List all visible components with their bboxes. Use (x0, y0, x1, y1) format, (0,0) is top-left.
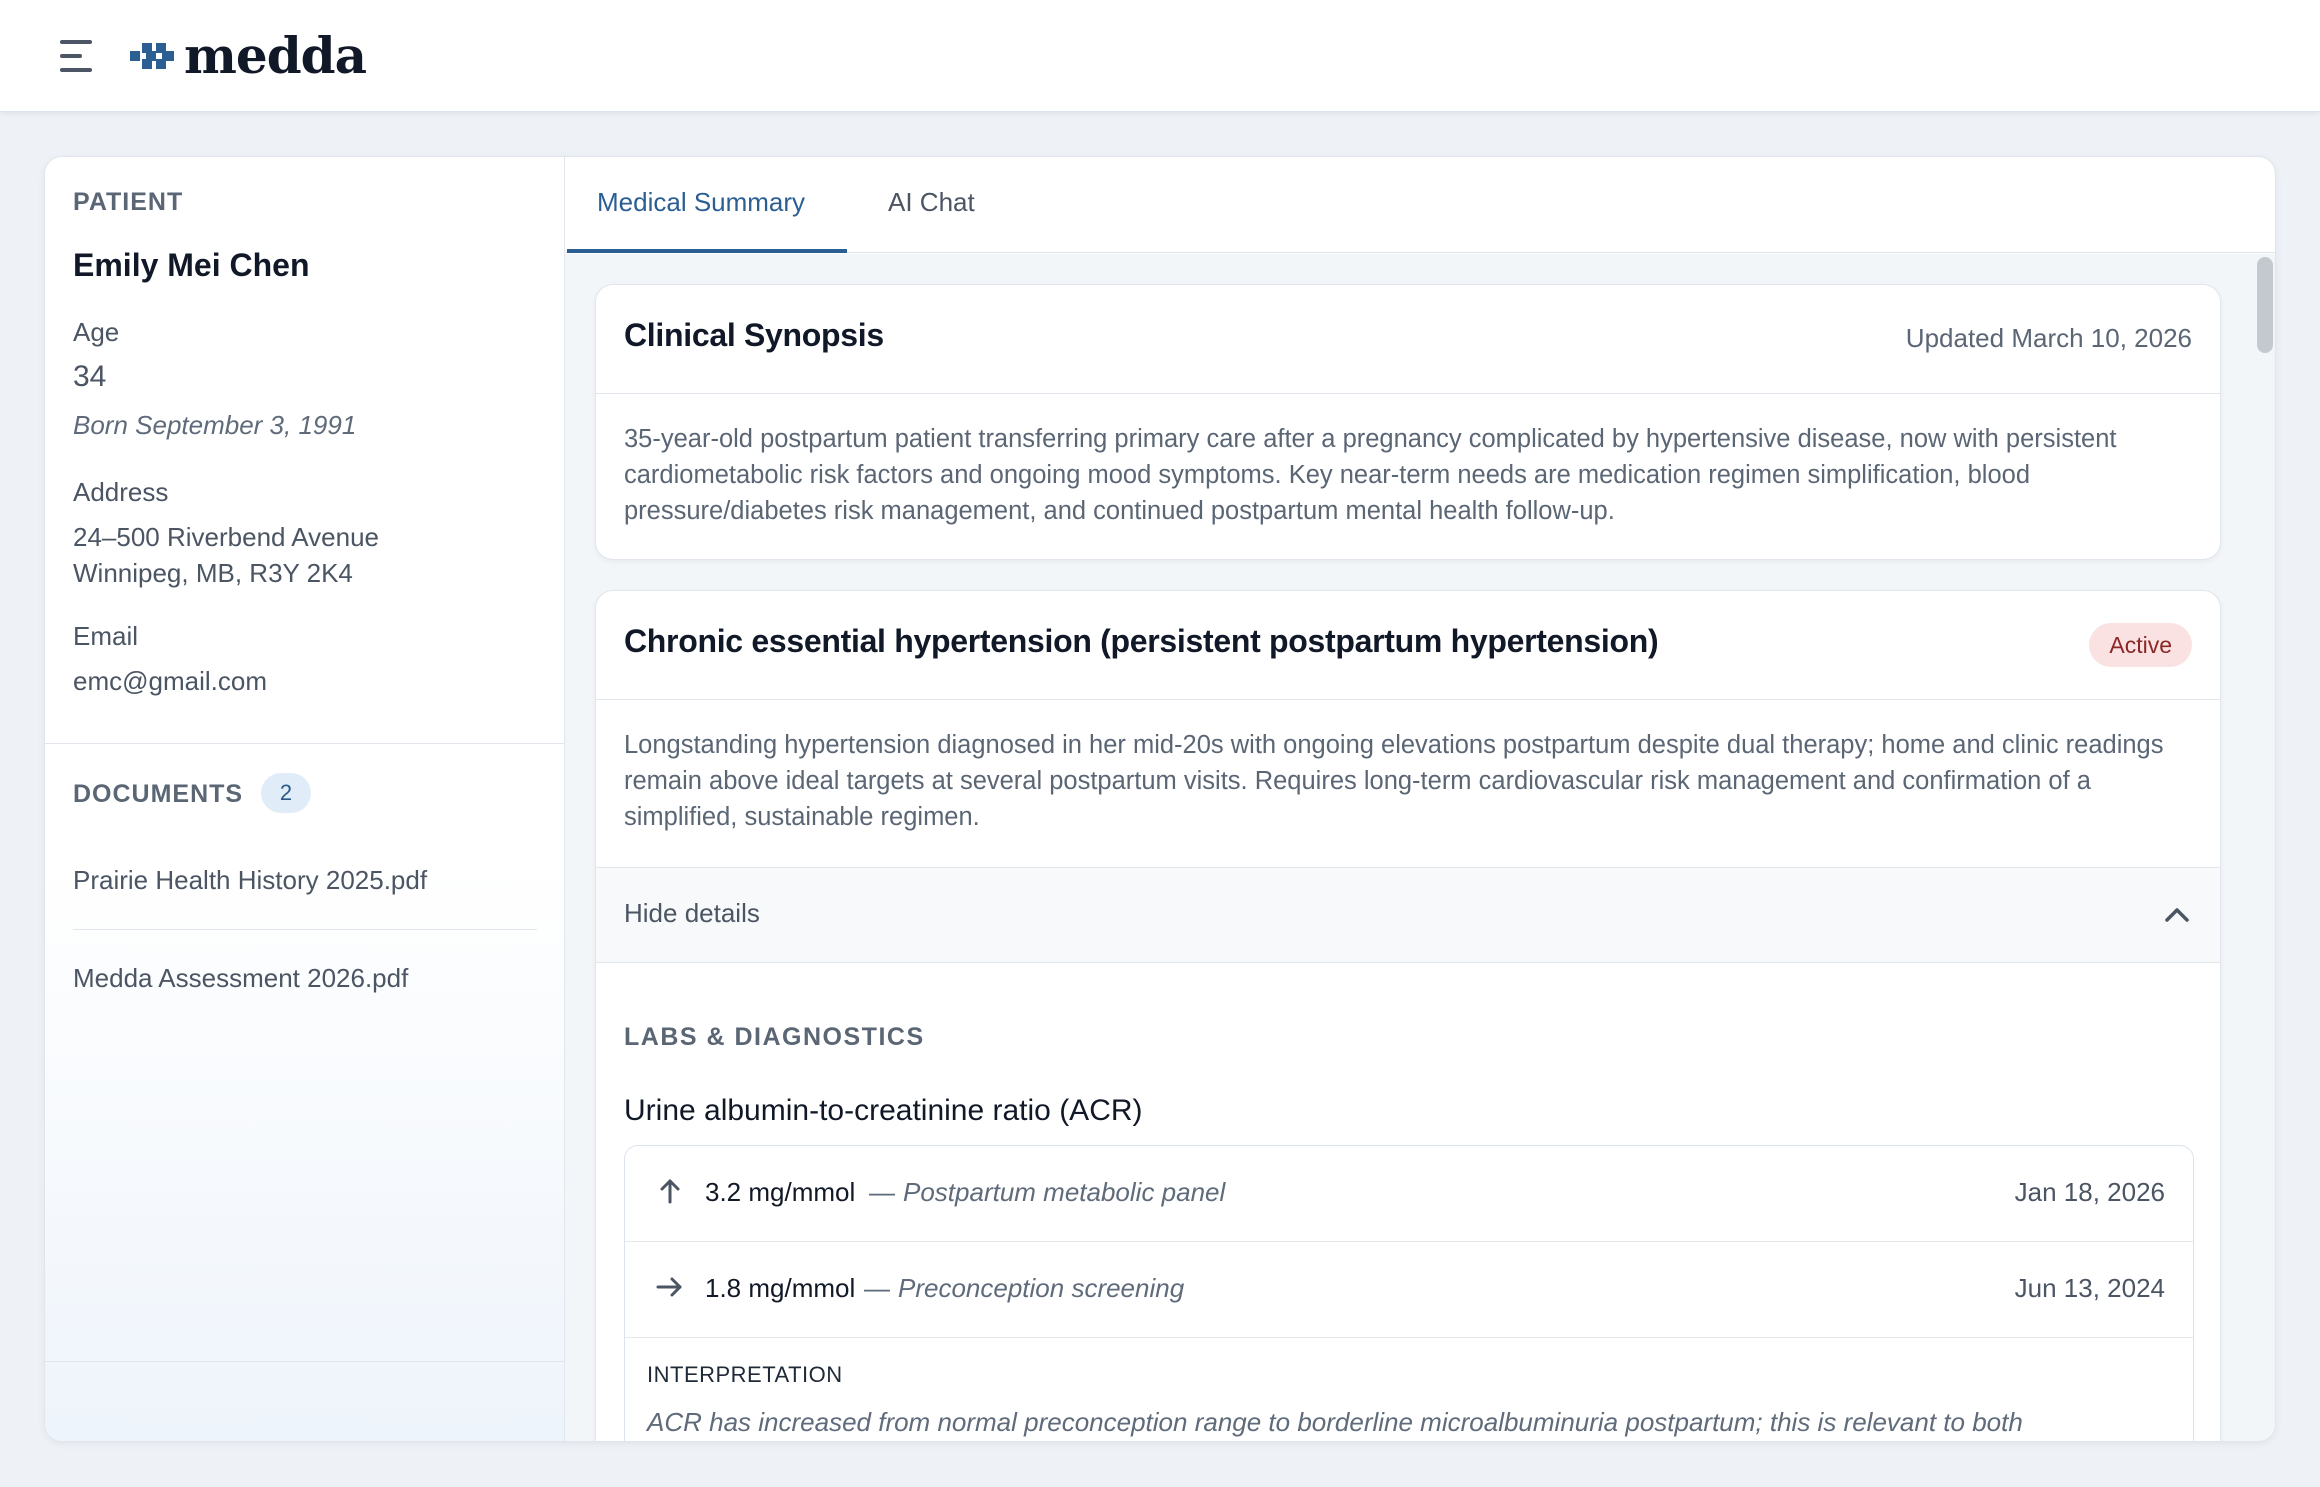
status-badge: Active (2089, 623, 2192, 667)
app-logo[interactable]: medda (130, 26, 367, 85)
clinical-synopsis-card: Clinical Synopsis Updated March 10, 2026… (595, 284, 2221, 560)
hide-details-label: Hide details (624, 898, 760, 928)
documents-count-badge: 2 (261, 773, 311, 813)
document-item[interactable]: Prairie Health History 2025.pdf (73, 865, 427, 896)
synopsis-divider (596, 393, 2220, 394)
email-label: Email (73, 621, 139, 651)
birth-date: Born September 3, 1991 (73, 410, 357, 440)
lab-result-value: 3.2 mg/mmol (705, 1177, 856, 1207)
medda-logo-icon (130, 43, 174, 69)
chevron-up-icon (2165, 908, 2189, 922)
summary-scroll-area[interactable]: Clinical Synopsis Updated March 10, 2026… (565, 254, 2275, 1441)
lab-result-value: 1.8 mg/mmol (705, 1273, 856, 1303)
address-line-2: Winnipeg, MB, R3Y 2K4 (73, 558, 353, 588)
menu-icon-line (60, 54, 82, 58)
synopsis-title: Clinical Synopsis (624, 317, 884, 353)
lab-result-row: 1.8 mg/mmol — Preconception screening Ju… (625, 1242, 2193, 1338)
top-header: medda (0, 0, 2320, 112)
lab-result-date: Jun 13, 2024 (2014, 1273, 2165, 1303)
age-value: 34 (73, 360, 107, 393)
tab-medical-summary[interactable]: Medical Summary (597, 187, 805, 218)
scrollbar-thumb[interactable] (2257, 257, 2273, 353)
lab-result-separator: — (869, 1177, 895, 1207)
lab-test-name: Urine albumin-to-creatinine ratio (ACR) (624, 1094, 1143, 1127)
arrow-up-icon (660, 1179, 680, 1204)
interpretation-label: INTERPRETATION (647, 1362, 843, 1387)
sidebar-footer-divider (45, 1361, 565, 1362)
condition-card: Chronic essential hypertension (persiste… (595, 590, 2221, 1441)
address-label: Address (73, 477, 169, 507)
lab-results-box: 3.2 mg/mmol — Postpartum metabolic panel… (624, 1145, 2194, 1441)
hide-details-toggle[interactable]: Hide details (596, 867, 2220, 963)
lab-result-row: 3.2 mg/mmol — Postpartum metabolic panel… (625, 1146, 2193, 1242)
synopsis-text: 35-year-old postpartum patient transferr… (624, 425, 2117, 525)
document-item[interactable]: Medda Assessment 2026.pdf (73, 963, 408, 994)
lab-result-source: Preconception screening (898, 1273, 1185, 1303)
patient-name: Emily Mei Chen (73, 247, 310, 283)
lab-result-date: Jan 18, 2026 (2014, 1177, 2165, 1207)
lab-result-separator: — (864, 1273, 890, 1303)
labs-section-label: LABS & DIAGNOSTICS (624, 1023, 925, 1051)
active-tab-indicator (567, 249, 847, 253)
patient-section-label: PATIENT (73, 188, 184, 216)
patient-sidebar: PATIENT Emily Mei Chen Age 34 Born Septe… (45, 157, 565, 1441)
address-line-1: 24–500 Riverbend Avenue (73, 522, 379, 552)
email-value: emc@gmail.com (73, 666, 267, 696)
tab-ai-chat[interactable]: AI Chat (888, 187, 975, 218)
documents-section-label: DOCUMENTS (73, 780, 244, 808)
interpretation-text: ACR has increased from normal preconcept… (647, 1407, 2023, 1437)
logo-text: medda (184, 26, 367, 85)
menu-icon[interactable] (60, 40, 96, 72)
condition-description: Longstanding hypertension diagnosed in h… (624, 731, 2164, 831)
sidebar-divider (45, 743, 565, 744)
menu-icon-line (60, 68, 92, 72)
condition-title: Chronic essential hypertension (persiste… (624, 623, 1659, 659)
tab-bar: Medical Summary AI Chat (565, 157, 2275, 253)
lab-result-source: Postpartum metabolic panel (903, 1177, 1226, 1207)
document-divider (73, 929, 537, 930)
age-label: Age (73, 317, 120, 347)
arrow-right-icon (656, 1277, 682, 1297)
condition-divider (596, 699, 2220, 700)
content-area: Medical Summary AI Chat Clinical Synopsi… (565, 157, 2275, 1441)
synopsis-updated-date: Updated March 10, 2026 (1905, 323, 2192, 353)
menu-icon-line (60, 40, 92, 44)
main-card: PATIENT Emily Mei Chen Age 34 Born Septe… (44, 156, 2276, 1442)
